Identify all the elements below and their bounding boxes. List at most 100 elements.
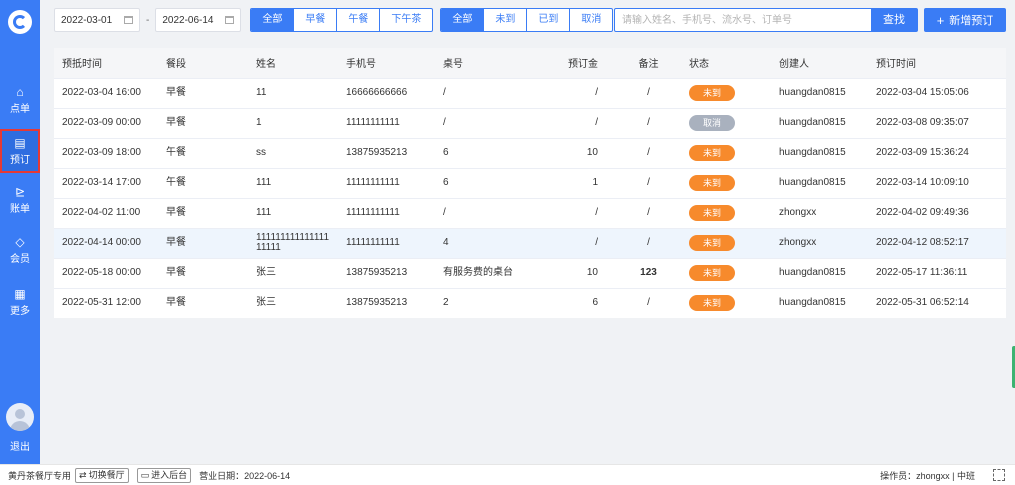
cell-status: 取消: [681, 107, 771, 138]
switch-icon: ⇄: [79, 469, 87, 480]
cell-meal: 早餐: [158, 77, 248, 108]
search-input[interactable]: [615, 9, 871, 31]
plus-icon: +: [936, 12, 945, 28]
cell-note: /: [616, 227, 681, 258]
col-header-status: 状态: [681, 48, 771, 78]
meal-filter-afternoon-tea[interactable]: 下午茶: [379, 9, 432, 31]
col-header-meal: 餐段: [158, 48, 248, 78]
cell-table: /: [435, 197, 544, 228]
table-row[interactable]: 2022-05-18 00:00 早餐 张三 13875935213 有服务费的…: [54, 257, 1006, 288]
meal-filter-breakfast[interactable]: 早餐: [293, 9, 336, 31]
cell-deposit: 10: [544, 257, 616, 288]
table-row[interactable]: 2022-04-14 00:00 早餐 11111111111111111111…: [54, 227, 1006, 258]
col-header-creator: 创建人: [771, 48, 868, 78]
table-row[interactable]: 2022-03-09 00:00 早餐 1 11111111111 / / / …: [54, 107, 1006, 138]
cell-phone: 13875935213: [338, 287, 435, 318]
cell-booked-time: 2022-03-08 09:35:07: [868, 107, 1006, 138]
table-row[interactable]: 2022-05-31 12:00 早餐 张三 13875935213 2 6 /…: [54, 287, 1006, 318]
cell-deposit: 10: [544, 137, 616, 168]
filter-toolbar: 2022-03-01 - 2022-06-14 全部 早餐 午餐 下午茶 全部 …: [54, 8, 614, 32]
table-row[interactable]: 2022-04-02 11:00 早餐 111 11111111111 / / …: [54, 197, 1006, 228]
cell-booked-time: 2022-03-14 10:09:10: [868, 167, 1006, 198]
sidebar-item-label: 点单: [10, 103, 30, 115]
add-reservation-button[interactable]: + 新增预订: [924, 8, 1006, 32]
sidebar: ⌂ 点单 ▤ 预订 ⊵ 账单 ◇ 会员 ▦ 更多 退出: [0, 0, 40, 464]
cell-phone: 11111111111: [338, 167, 435, 198]
operator-info: 操作员：zhongxx | 中班: [880, 470, 975, 481]
logout-button[interactable]: 退出: [0, 438, 40, 453]
sidebar-item-reservation[interactable]: ▤ 预订: [0, 129, 40, 173]
start-date-picker[interactable]: 2022-03-01: [54, 8, 140, 32]
status-filter-not-arrived[interactable]: 未到: [483, 9, 526, 31]
cell-deposit: /: [544, 107, 616, 138]
cell-booked-time: 2022-04-02 09:49:36: [868, 197, 1006, 228]
status-filter-arrived[interactable]: 已到: [526, 9, 569, 31]
meal-filter-group: 全部 早餐 午餐 下午茶: [250, 8, 434, 32]
sidebar-item-label: 更多: [10, 305, 30, 317]
cell-deposit: /: [544, 227, 616, 258]
cell-arrive-time: 2022-03-14 17:00: [54, 167, 158, 198]
cell-name: 11111111111111111111: [248, 227, 338, 258]
col-header-arrive-time: 预抵时间: [54, 48, 158, 78]
end-date-picker[interactable]: 2022-06-14: [155, 8, 242, 32]
cell-note: /: [616, 197, 681, 228]
enter-backend-button[interactable]: ▭ 进入后台: [136, 467, 192, 483]
book-icon: ▤: [14, 135, 26, 150]
status-badge: 未到: [689, 295, 735, 312]
col-header-table: 桌号: [435, 48, 544, 78]
cell-deposit: 1: [544, 167, 616, 198]
cell-meal: 午餐: [158, 167, 248, 198]
cell-name: 1: [248, 107, 338, 138]
avatar[interactable]: [6, 403, 34, 431]
date-range-separator: -: [146, 14, 150, 26]
sidebar-item-members[interactable]: ◇ 会员: [0, 228, 40, 272]
table-row[interactable]: 2022-03-14 17:00 午餐 111 11111111111 6 1 …: [54, 167, 1006, 198]
cell-meal: 早餐: [158, 107, 248, 138]
sidebar-item-bills[interactable]: ⊵ 账单: [0, 178, 40, 222]
table-row[interactable]: 2022-03-04 16:00 早餐 11 16666666666 / / /…: [54, 77, 1006, 108]
status-badge: 未到: [689, 175, 735, 191]
col-header-phone: 手机号: [338, 48, 435, 78]
switch-restaurant-button[interactable]: ⇄ 切换餐厅: [75, 467, 129, 483]
search-button[interactable]: 查找: [871, 9, 917, 31]
cell-name: 张三: [248, 257, 338, 288]
start-date-value: 2022-03-01: [61, 14, 113, 26]
cell-arrive-time: 2022-03-09 18:00: [54, 137, 158, 168]
cell-table: /: [435, 107, 544, 138]
cell-status: 未到: [681, 287, 771, 318]
cell-phone: 11111111111: [338, 107, 435, 138]
end-date-value: 2022-06-14: [162, 14, 214, 26]
crown-icon: ⌂: [16, 84, 24, 99]
cell-arrive-time: 2022-05-18 00:00: [54, 257, 158, 288]
grid-icon: ▦: [14, 286, 26, 301]
cell-note: /: [616, 107, 681, 138]
app-logo: [8, 10, 32, 34]
calendar-icon: [225, 16, 235, 24]
chart-icon: ⊵: [14, 184, 26, 199]
sidebar-item-more[interactable]: ▦ 更多: [0, 280, 40, 324]
cell-arrive-time: 2022-03-04 16:00: [54, 77, 158, 108]
cell-booked-time: 2022-05-17 11:36:11: [868, 257, 1006, 288]
cell-phone: 11111111111: [338, 227, 435, 258]
cell-meal: 午餐: [158, 137, 248, 168]
cell-note: /: [616, 287, 681, 318]
sidebar-item-order[interactable]: ⌂ 点单: [0, 78, 40, 122]
status-filter-cancelled[interactable]: 取消: [569, 9, 612, 31]
meal-filter-all[interactable]: 全部: [251, 9, 294, 31]
meal-filter-lunch[interactable]: 午餐: [336, 9, 379, 31]
cell-phone: 11111111111: [338, 197, 435, 228]
status-filter-all[interactable]: 全部: [441, 9, 484, 31]
table-row[interactable]: 2022-03-09 18:00 午餐 ss 13875935213 6 10 …: [54, 137, 1006, 168]
fullscreen-icon[interactable]: [993, 469, 1005, 481]
cell-phone: 16666666666: [338, 77, 435, 108]
cell-deposit: 6: [544, 287, 616, 318]
cell-table: 2: [435, 287, 544, 318]
cell-deposit: /: [544, 197, 616, 228]
cell-creator: huangdan0815: [771, 257, 868, 288]
calendar-icon: [124, 16, 133, 24]
status-badge: 未到: [689, 235, 735, 251]
reservation-table: 预抵时间 餐段 姓名 手机号 桌号 预订金 备注 状态 创建人 预订时间 202…: [54, 48, 1006, 318]
cell-arrive-time: 2022-04-02 11:00: [54, 197, 158, 228]
search-box: 查找: [614, 8, 918, 32]
cell-name: 张三: [248, 287, 338, 318]
